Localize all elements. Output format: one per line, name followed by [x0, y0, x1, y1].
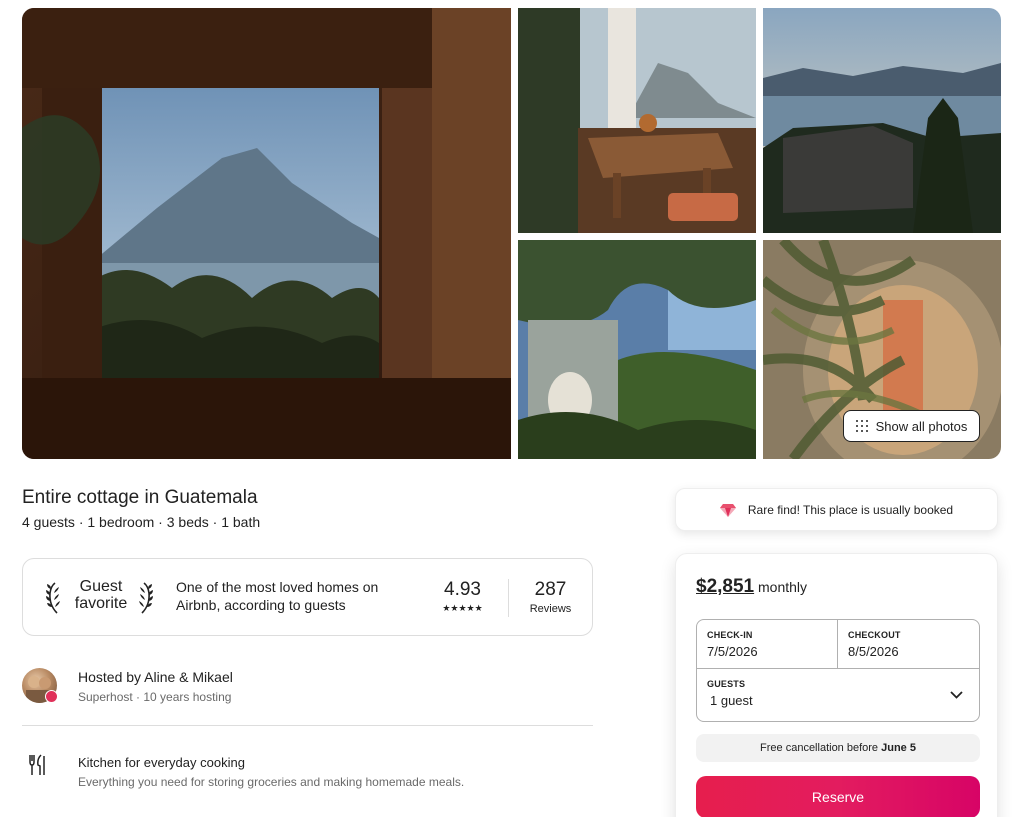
reviews-block[interactable]: 287 Reviews	[523, 579, 578, 615]
date-guest-picker: CHECK-IN 7/5/2026 CHECKOUT 8/5/2026 GUES…	[696, 619, 980, 722]
gem-icon	[719, 503, 736, 517]
guests-label: GUESTS	[707, 679, 746, 689]
guests-value: 1 guest	[710, 693, 753, 708]
checkout-value: 8/5/2026	[848, 644, 899, 659]
guest-favorite-label: Guest favorite	[74, 578, 128, 612]
photo-gallery: Show all photos	[22, 8, 1001, 459]
chevron-down-icon	[950, 691, 963, 699]
checkout-field[interactable]: CHECKOUT 8/5/2026	[838, 620, 980, 668]
price-line: $2,851 monthly	[696, 576, 807, 598]
guest-favorite-description: One of the most loved homes on Airbnb, a…	[176, 579, 379, 613]
rating-divider	[508, 579, 509, 617]
cancellation-prefix: Free cancellation before	[760, 742, 879, 754]
laurel-right-icon	[139, 582, 153, 614]
listing-details: 4 guests · 1 bedroom · 3 beds · 1 bath	[22, 514, 261, 530]
rare-find-banner: Rare find! This place is usually booked	[675, 488, 998, 531]
show-all-photos-label: Show all photos	[875, 418, 968, 434]
superhost-badge-icon	[45, 690, 58, 703]
section-divider	[22, 725, 593, 726]
grid-dots-icon	[855, 420, 868, 432]
utensils-icon	[29, 754, 45, 775]
photo-dining-table[interactable]	[518, 8, 756, 233]
rating-value: 4.93	[444, 579, 481, 600]
price-amount[interactable]: $2,851	[696, 576, 754, 597]
photo-lake-view[interactable]	[763, 8, 1001, 233]
reviews-count: 287	[534, 579, 567, 600]
host-meta: Superhost · 10 years hosting	[78, 690, 232, 704]
reviews-label: Reviews	[529, 603, 572, 615]
guest-favorite-card[interactable]: Guest favorite One of the most loved hom…	[22, 558, 593, 636]
checkin-value: 7/5/2026	[707, 644, 758, 659]
checkin-label: CHECK-IN	[707, 630, 753, 640]
checkin-field[interactable]: CHECK-IN 7/5/2026	[697, 620, 838, 668]
guests-dropdown[interactable]: GUESTS 1 guest	[697, 668, 979, 722]
laurel-left-icon	[46, 582, 60, 614]
checkout-label: CHECKOUT	[848, 630, 901, 640]
cancellation-date: June 5	[881, 742, 916, 754]
amenity-description: Everything you need for storing grocerie…	[78, 775, 465, 789]
listing-title: Entire cottage in Guatemala	[22, 487, 258, 508]
amenity-title: Kitchen for everyday cooking	[78, 755, 245, 770]
rare-find-text: Rare find! This place is usually booked	[747, 502, 954, 517]
main-photo[interactable]	[22, 8, 511, 459]
booking-card: $2,851 monthly CHECK-IN 7/5/2026 CHECKOU…	[675, 553, 998, 817]
star-rating-icon: ★★★★★	[442, 603, 483, 613]
rating-block: 4.93 ★★★★★	[435, 579, 490, 614]
host-name: Hosted by Aline & Mikael	[78, 669, 233, 685]
reserve-button[interactable]: Reserve	[696, 776, 980, 817]
free-cancellation-notice: Free cancellation before June 5	[696, 734, 980, 762]
price-period: monthly	[758, 579, 808, 595]
show-all-photos-button[interactable]: Show all photos	[843, 410, 980, 442]
photo-garden[interactable]	[518, 240, 756, 459]
